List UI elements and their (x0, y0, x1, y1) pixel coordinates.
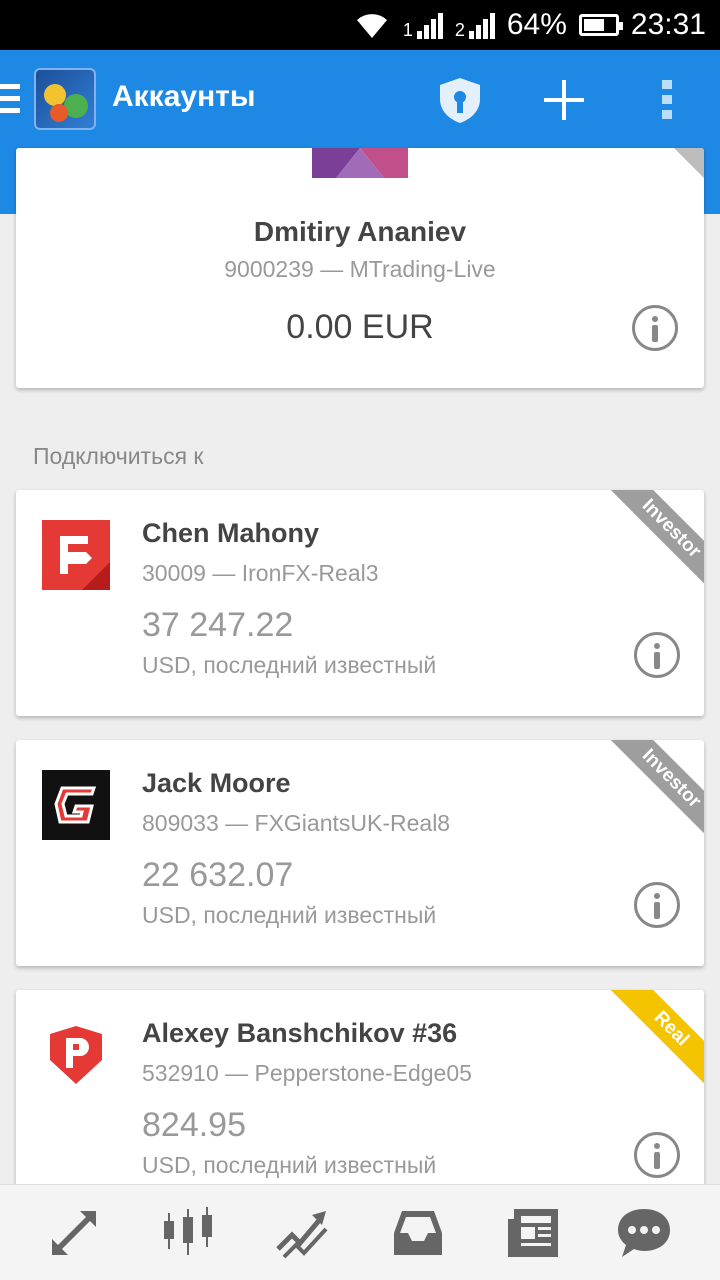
info-icon[interactable] (634, 632, 680, 678)
account-name: Alexey Banshchikov #36 (142, 1018, 458, 1048)
chart-icon[interactable] (158, 1203, 218, 1263)
metatrader-logo[interactable] (34, 68, 96, 130)
account-corner-marker (674, 148, 704, 178)
account-name: Chen Mahony (142, 518, 320, 548)
news-icon[interactable] (504, 1203, 564, 1263)
account-balance: 0.00 EUR (286, 308, 434, 346)
pepperstone-logo (50, 1026, 102, 1084)
current-account-card[interactable]: Dmitiry Ananiev 9000239 — MTrading-Live … (16, 148, 704, 388)
status-bar: 1 2 64% 23:31 (0, 0, 720, 50)
account-login: 809033 — FXGiantsUK-Real8 (142, 810, 451, 836)
account-login: 30009 — IronFX-Real3 (142, 560, 379, 586)
history-icon[interactable] (388, 1203, 448, 1263)
menu-icon[interactable] (0, 84, 20, 116)
wifi-icon (356, 14, 387, 38)
account-balance: 22 632.07 (142, 856, 294, 894)
account-card[interactable]: Alexey Banshchikov #36 532910 — Pepperst… (16, 990, 704, 1216)
account-name: Dmitiry Ananiev (253, 216, 467, 247)
balance-note: USD, последний известный (142, 1152, 437, 1178)
chat-icon[interactable] (614, 1203, 674, 1263)
account-type-badge: Investor (604, 490, 704, 590)
section-label: Подключиться к (33, 443, 204, 469)
account-balance: 37 247.22 (142, 606, 294, 644)
info-icon[interactable] (632, 305, 678, 351)
account-login: 9000239 — MTrading-Live (224, 256, 496, 282)
balance-note: USD, последний известный (142, 902, 437, 928)
mtrading-logo (312, 148, 408, 178)
account-card[interactable]: Chen Mahony 30009 — IronFX-Real3 37 247.… (16, 490, 704, 716)
bottom-navigation (0, 1184, 720, 1280)
info-icon[interactable] (634, 882, 680, 928)
account-balance: 824.95 (142, 1106, 246, 1144)
account-login: 532910 — Pepperstone-Edge05 (142, 1060, 472, 1086)
signal-1-icon: 1 (403, 11, 443, 39)
account-type-badge: Investor (604, 740, 704, 840)
more-vert-icon[interactable] (640, 72, 696, 128)
clock: 23:31 (630, 8, 706, 41)
quotes-icon[interactable] (44, 1203, 104, 1263)
balance-note: USD, последний известный (142, 652, 437, 678)
app-bar: Аккаунты (0, 50, 720, 150)
account-name: Jack Moore (142, 768, 291, 798)
battery-level: 64% (506, 8, 567, 41)
info-icon[interactable] (634, 1132, 680, 1178)
fxgiants-logo (42, 770, 110, 840)
account-card[interactable]: Jack Moore 809033 — FXGiantsUK-Real8 22 … (16, 740, 704, 966)
trade-icon[interactable] (272, 1203, 332, 1263)
battery-icon (578, 14, 623, 36)
plus-icon[interactable] (536, 72, 592, 128)
signal-2-icon: 2 (455, 11, 495, 39)
page-title: Аккаунты (112, 80, 256, 113)
shield-icon[interactable] (432, 72, 488, 128)
account-type-badge: Real (604, 990, 704, 1090)
ironfx-logo (42, 520, 110, 590)
